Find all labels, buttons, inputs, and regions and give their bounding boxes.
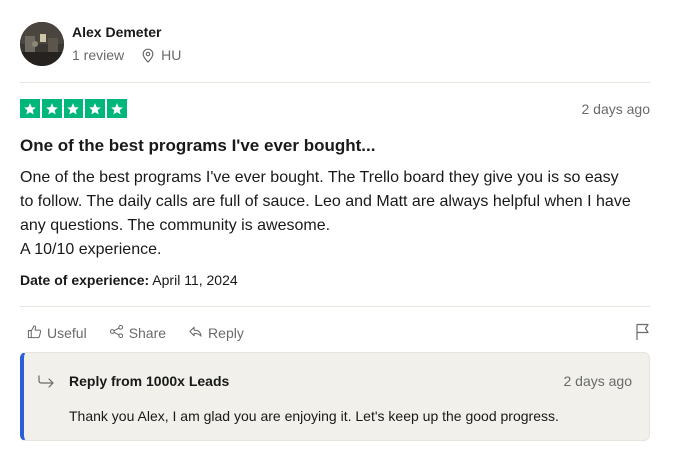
author-meta: 1 review HU [72,47,181,63]
date-of-experience-value: April 11, 2024 [152,272,238,288]
date-of-experience-label: Date of experience: [20,272,150,288]
share-button[interactable]: Share [109,324,166,342]
star-icon [85,99,106,118]
company-reply: Reply from 1000x Leads 2 days ago Thank … [20,352,650,441]
star-rating [20,99,127,118]
report-flag-button[interactable] [635,323,650,346]
star-icon [41,99,62,118]
star-icon [107,99,127,118]
review-title[interactable]: One of the best programs I've ever bough… [20,136,375,156]
share-icon [109,324,124,342]
header-divider [20,82,650,83]
country-code: HU [161,47,182,63]
share-label: Share [128,325,167,341]
reply-button[interactable]: Reply [188,324,244,342]
reply-date: 2 days ago [563,373,633,389]
date-of-experience: Date of experience: April 11, 2024 [20,272,238,288]
review-actions: Useful Share Reply [27,324,266,342]
reply-indicator-icon [38,375,56,394]
author-name[interactable]: Alex Demeter [72,24,162,40]
review-body-line: One of the best programs I've ever bough… [20,169,619,186]
review-body: One of the best programs I've ever bough… [20,166,652,262]
thumbs-up-icon [27,324,42,342]
review-body-line: A 10/10 experience. [20,241,162,258]
useful-label: Useful [47,325,87,341]
star-icon [63,99,84,118]
actions-divider [20,306,650,307]
review-card: Alex Demeter 1 review HU 2 days ago One … [0,0,673,462]
reply-author: Reply from 1000x Leads [69,373,230,389]
review-count: 1 review [72,47,125,63]
review-body-line: any questions. The community is awesome. [20,217,331,234]
review-body-line: to follow. The daily calls are full of s… [20,193,631,210]
review-date: 2 days ago [581,101,651,117]
reply-arrow-icon [188,324,203,342]
reply-label: Reply [208,325,244,341]
location-pin-icon [141,48,155,63]
avatar[interactable] [20,22,64,66]
reply-text: Thank you Alex, I am glad you are enjoyi… [69,408,559,424]
star-icon [20,99,40,118]
useful-button[interactable]: Useful [27,324,87,342]
flag-icon [635,323,650,345]
